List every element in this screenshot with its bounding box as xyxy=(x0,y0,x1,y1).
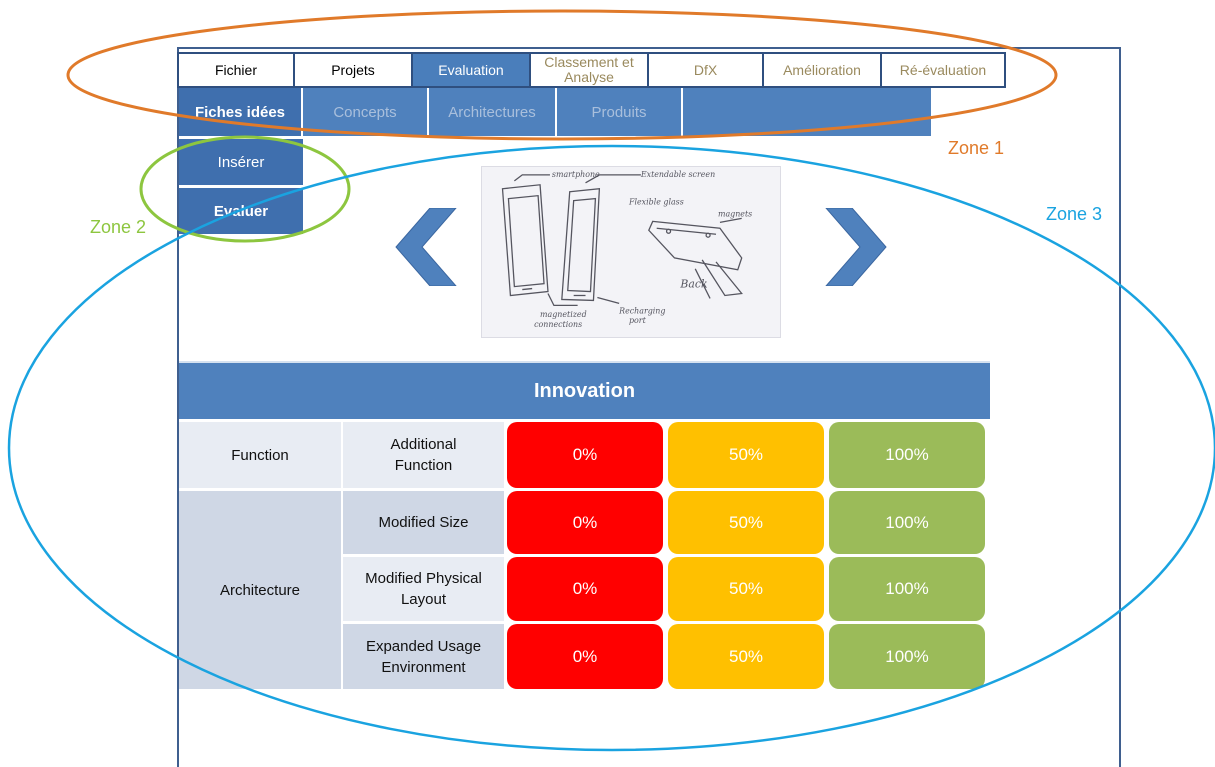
score-mid-button[interactable]: 50% xyxy=(668,422,824,488)
score-low-button[interactable]: 0% xyxy=(507,422,663,488)
chevron-left-icon[interactable] xyxy=(394,208,458,286)
score-mid-button[interactable]: 50% xyxy=(668,557,824,621)
score-high-button[interactable]: 100% xyxy=(829,624,985,689)
score-low-button[interactable]: 0% xyxy=(507,491,663,554)
tab-architectures[interactable]: Architectures xyxy=(429,88,557,136)
zone-2-label: Zone 2 xyxy=(90,217,147,237)
score-high-button[interactable]: 100% xyxy=(829,491,985,554)
menu-fichier[interactable]: Fichier xyxy=(177,52,295,88)
score-low-button[interactable]: 0% xyxy=(507,557,663,621)
svg-text:Back: Back xyxy=(679,278,707,291)
tab-empty xyxy=(683,88,931,136)
menu-classement[interactable]: Classement et Analyse xyxy=(529,52,649,88)
criterion-expanded-usage-environment: Expanded Usage Environment xyxy=(343,624,504,689)
score-mid-button[interactable]: 50% xyxy=(668,491,824,554)
menu-reevaluation[interactable]: Ré-évaluation xyxy=(880,52,1006,88)
menu-amelioration[interactable]: Amélioration xyxy=(762,52,882,88)
tab-produits[interactable]: Produits xyxy=(557,88,683,136)
svg-text:magnetized: magnetized xyxy=(540,310,587,319)
evaluate-button[interactable]: Evaluer xyxy=(179,188,303,234)
menu-dfx[interactable]: DfX xyxy=(647,52,764,88)
sub-menu: Fiches idées Concepts Architectures Prod… xyxy=(179,88,931,136)
zone-3-label: Zone 3 xyxy=(1046,204,1103,224)
criterion-modified-physical-layout: Modified Physical Layout xyxy=(343,557,504,621)
svg-text:Extendable screen: Extendable screen xyxy=(640,170,715,179)
innovation-header: Innovation xyxy=(179,361,990,419)
criterion-modified-size: Modified Size xyxy=(343,491,504,554)
svg-text:Recharging: Recharging xyxy=(618,306,665,315)
menu-projets[interactable]: Projets xyxy=(293,52,413,88)
criterion-additional-function: Additional Function xyxy=(343,422,504,488)
score-mid-button[interactable]: 50% xyxy=(668,624,824,689)
tab-concepts[interactable]: Concepts xyxy=(303,88,429,136)
score-high-button[interactable]: 100% xyxy=(829,557,985,621)
insert-button[interactable]: Insérer xyxy=(179,139,303,185)
tab-fiches-idees[interactable]: Fiches idées xyxy=(179,88,303,136)
svg-text:magnets: magnets xyxy=(718,209,752,218)
svg-text:port: port xyxy=(629,316,647,325)
menu-evaluation[interactable]: Evaluation xyxy=(411,52,531,88)
score-low-button[interactable]: 0% xyxy=(507,624,663,689)
zone-1-label: Zone 1 xyxy=(948,138,1005,158)
concept-sketch: smartphone Extendable screen Flexible gl… xyxy=(481,166,781,338)
svg-text:smartphone: smartphone xyxy=(552,170,600,179)
svg-text:Flexible glass: Flexible glass xyxy=(628,198,684,207)
top-menu: Fichier Projets Evaluation Classement et… xyxy=(177,52,1006,88)
svg-text:connections: connections xyxy=(534,320,582,329)
chevron-right-icon[interactable] xyxy=(824,208,888,286)
category-function: Function xyxy=(179,422,341,488)
score-high-button[interactable]: 100% xyxy=(829,422,985,488)
category-architecture: Architecture xyxy=(179,491,341,689)
